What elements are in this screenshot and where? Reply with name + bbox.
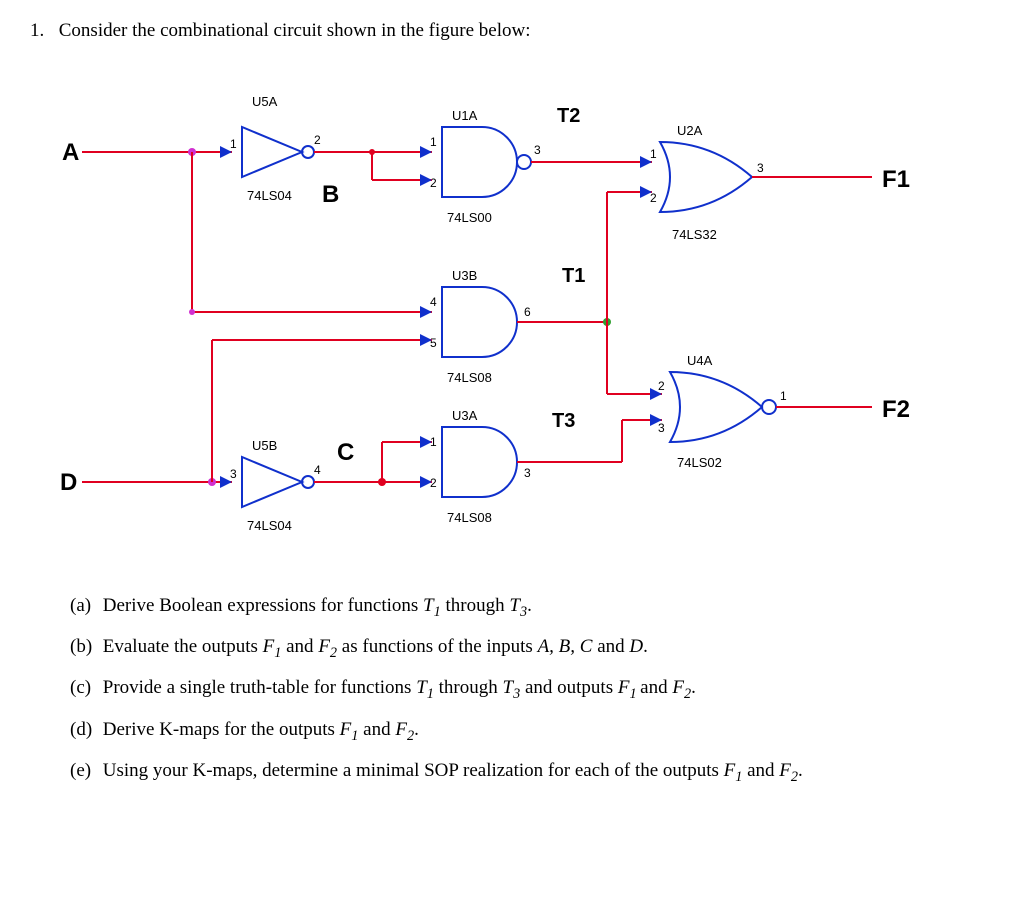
circuit-diagram: A U5A 74LS04 1 2 B U1A 74LS00 1 2 3 T2 U… <box>52 72 972 552</box>
part-c: (c) Provide a single truth-table for fun… <box>70 674 994 705</box>
sub-questions: (a) Derive Boolean expressions for funct… <box>70 592 994 788</box>
gate-U2A: U2A 74LS32 1 2 3 <box>650 123 764 242</box>
svg-text:U2A: U2A <box>677 123 703 138</box>
signal-T3-label: T3 <box>552 410 575 432</box>
svg-text:3: 3 <box>230 467 237 481</box>
output-F1-label: F1 <box>882 166 910 193</box>
part-b: (b) Evaluate the outputs F1 and F2 as fu… <box>70 633 994 664</box>
gate-U5B: U5B 74LS04 3 4 <box>230 438 321 533</box>
svg-text:U5A: U5A <box>252 94 278 109</box>
svg-text:2: 2 <box>430 176 437 190</box>
part-e: (e) Using your K-maps, determine a minim… <box>70 757 994 788</box>
svg-text:1: 1 <box>650 147 657 161</box>
question-intro: 1. Consider the combinational circuit sh… <box>30 20 994 42</box>
svg-text:74LS04: 74LS04 <box>247 188 292 203</box>
svg-text:U3B: U3B <box>452 268 477 283</box>
svg-text:74LS08: 74LS08 <box>447 510 492 525</box>
svg-text:U1A: U1A <box>452 108 478 123</box>
svg-text:74LS04: 74LS04 <box>247 518 292 533</box>
question-number: 1. <box>30 20 54 42</box>
svg-text:1: 1 <box>430 135 437 149</box>
svg-text:3: 3 <box>524 466 531 480</box>
input-D-label: D <box>60 469 77 496</box>
svg-text:2: 2 <box>658 379 665 393</box>
svg-text:U4A: U4A <box>687 353 713 368</box>
gate-U5A: U5A 74LS04 1 2 <box>230 94 321 203</box>
svg-text:74LS32: 74LS32 <box>672 227 717 242</box>
part-d: (d) Derive K-maps for the outputs F1 and… <box>70 716 994 747</box>
svg-text:4: 4 <box>314 463 321 477</box>
output-F2-label: F2 <box>882 396 910 423</box>
svg-text:74LS00: 74LS00 <box>447 210 492 225</box>
signal-C-label: C <box>337 439 354 466</box>
signal-B-label: B <box>322 181 339 208</box>
svg-text:1: 1 <box>780 389 787 403</box>
gate-U3A: U3A 74LS08 1 2 3 <box>430 408 531 525</box>
svg-text:3: 3 <box>658 421 665 435</box>
svg-text:5: 5 <box>430 336 437 350</box>
gate-U3B: U3B 74LS08 4 5 6 <box>430 268 531 385</box>
svg-text:2: 2 <box>314 133 321 147</box>
svg-text:74LS08: 74LS08 <box>447 370 492 385</box>
input-A-label: A <box>62 139 79 166</box>
gate-U1A: U1A 74LS00 1 2 3 <box>430 108 541 225</box>
gate-U4A: U4A 74LS02 2 3 1 <box>658 353 787 470</box>
svg-text:U5B: U5B <box>252 438 277 453</box>
signal-T1-label: T1 <box>562 265 585 287</box>
svg-text:3: 3 <box>534 143 541 157</box>
svg-text:2: 2 <box>430 476 437 490</box>
part-a: (a) Derive Boolean expressions for funct… <box>70 592 994 623</box>
svg-text:2: 2 <box>650 191 657 205</box>
svg-text:1: 1 <box>230 137 237 151</box>
question-text: Consider the combinational circuit shown… <box>59 20 531 41</box>
svg-text:4: 4 <box>430 295 437 309</box>
signal-T2-label: T2 <box>557 105 580 127</box>
svg-text:3: 3 <box>757 161 764 175</box>
svg-text:U3A: U3A <box>452 408 478 423</box>
svg-text:6: 6 <box>524 305 531 319</box>
svg-text:74LS02: 74LS02 <box>677 455 722 470</box>
